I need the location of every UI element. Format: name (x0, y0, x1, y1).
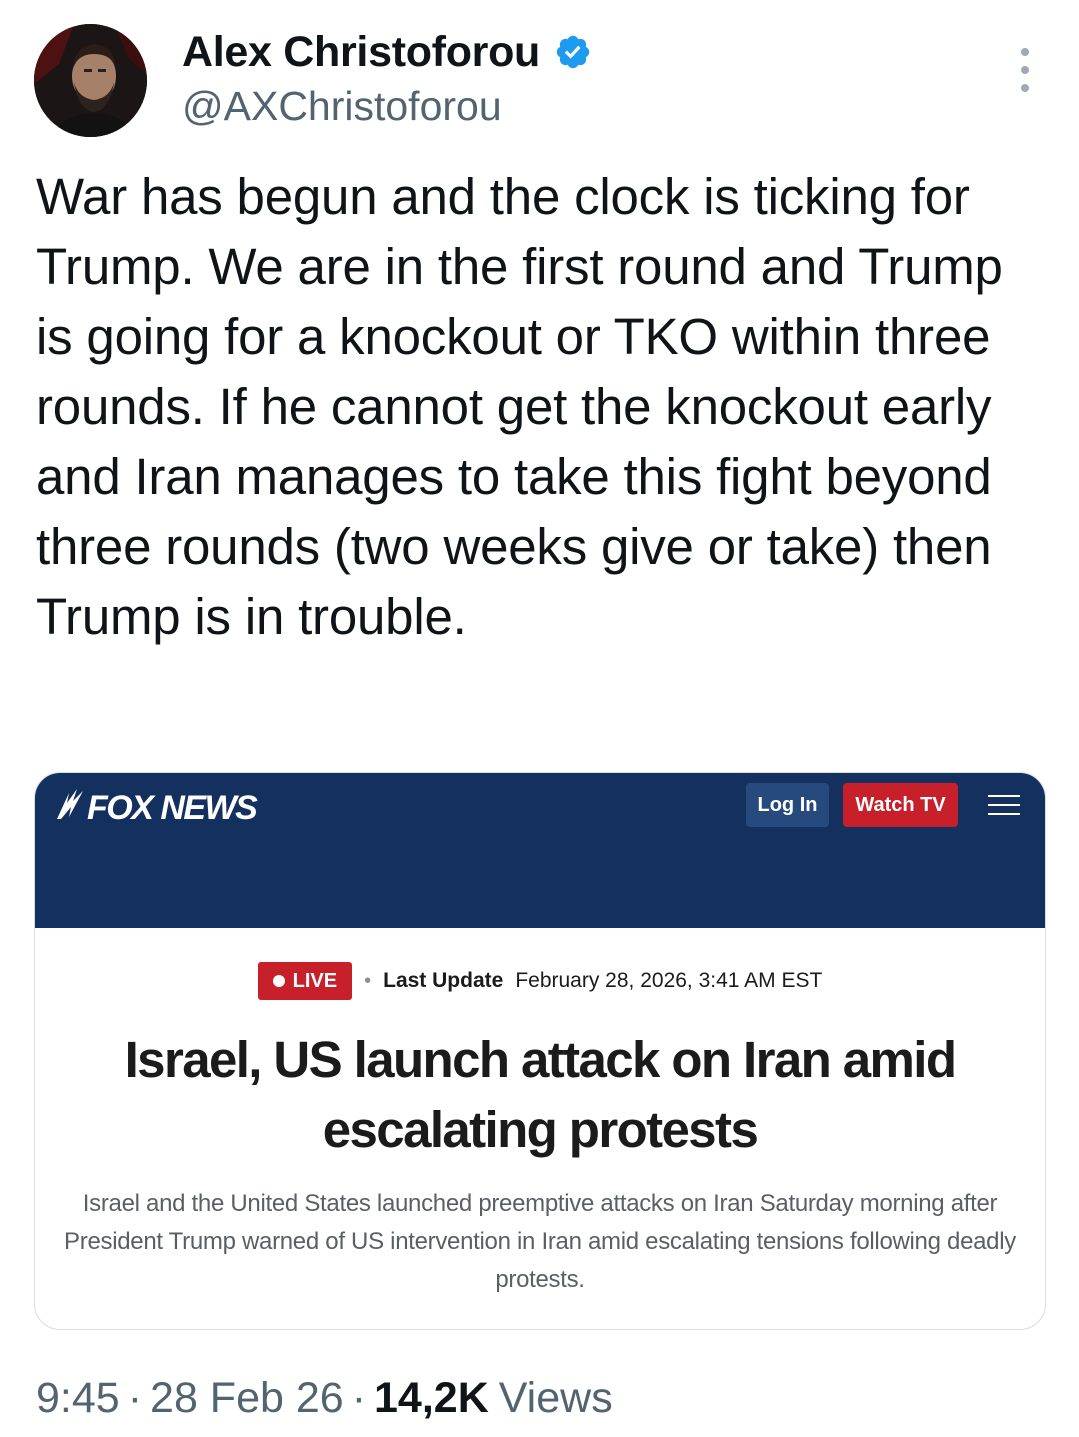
live-badge: LIVE (257, 962, 353, 1000)
tweet-header: Alex Christoforou @AXChristoforou (34, 24, 1045, 138)
link-preview-card[interactable]: FOX NEWS Log In Watch TV LIVE • Last Upd… (34, 772, 1046, 1330)
display-name[interactable]: Alex Christoforou (182, 28, 540, 76)
tweet: Alex Christoforou @AXChristoforou War ha… (0, 0, 1079, 1437)
tweet-footer: 9:45 · 28 Feb 26 · 14,2K Views (36, 1370, 613, 1426)
tweet-time[interactable]: 9:45 (36, 1374, 120, 1423)
login-button[interactable]: Log In (746, 783, 829, 827)
more-dot (1021, 48, 1029, 56)
verified-badge-icon (554, 33, 592, 71)
avatar[interactable] (34, 24, 147, 137)
more-dot (1021, 84, 1029, 92)
last-update-date: February 28, 2026, 3:41 AM EST (515, 969, 823, 992)
meta-separator: • (364, 969, 372, 992)
article-summary: Israel and the United States launched pr… (64, 1190, 1016, 1293)
footer-separator: · (127, 1373, 143, 1422)
site-logo-text: FOX NEWS (87, 788, 258, 827)
fox-logo-mark-icon (55, 787, 85, 829)
last-update-label: Last Update (383, 969, 504, 992)
tweet-date[interactable]: 28 Feb 26 (150, 1374, 344, 1423)
article-headline: Israel, US launch attack on Iran amid es… (124, 1031, 957, 1158)
more-options-icon[interactable] (1013, 48, 1037, 92)
article-meta: LIVE • Last Update February 28, 2026, 3:… (35, 961, 1045, 1001)
site-logo: FOX NEWS (55, 787, 258, 829)
live-label: LIVE (292, 969, 338, 992)
name-row: Alex Christoforou (182, 28, 592, 76)
footer-separator: · (351, 1373, 367, 1422)
views-label: Views (498, 1373, 613, 1422)
handle[interactable]: @AXChristoforou (182, 82, 502, 130)
more-dot (1021, 66, 1029, 74)
watch-tv-button[interactable]: Watch TV (843, 783, 958, 827)
avatar-image (34, 24, 147, 137)
site-header-bar: FOX NEWS Log In Watch TV (35, 773, 1045, 928)
hamburger-menu-icon[interactable] (988, 795, 1020, 815)
tweet-text: War has begun and the clock is ticking f… (36, 168, 1003, 645)
live-dot-icon (272, 975, 285, 987)
views-count: 14,2K (374, 1373, 489, 1422)
